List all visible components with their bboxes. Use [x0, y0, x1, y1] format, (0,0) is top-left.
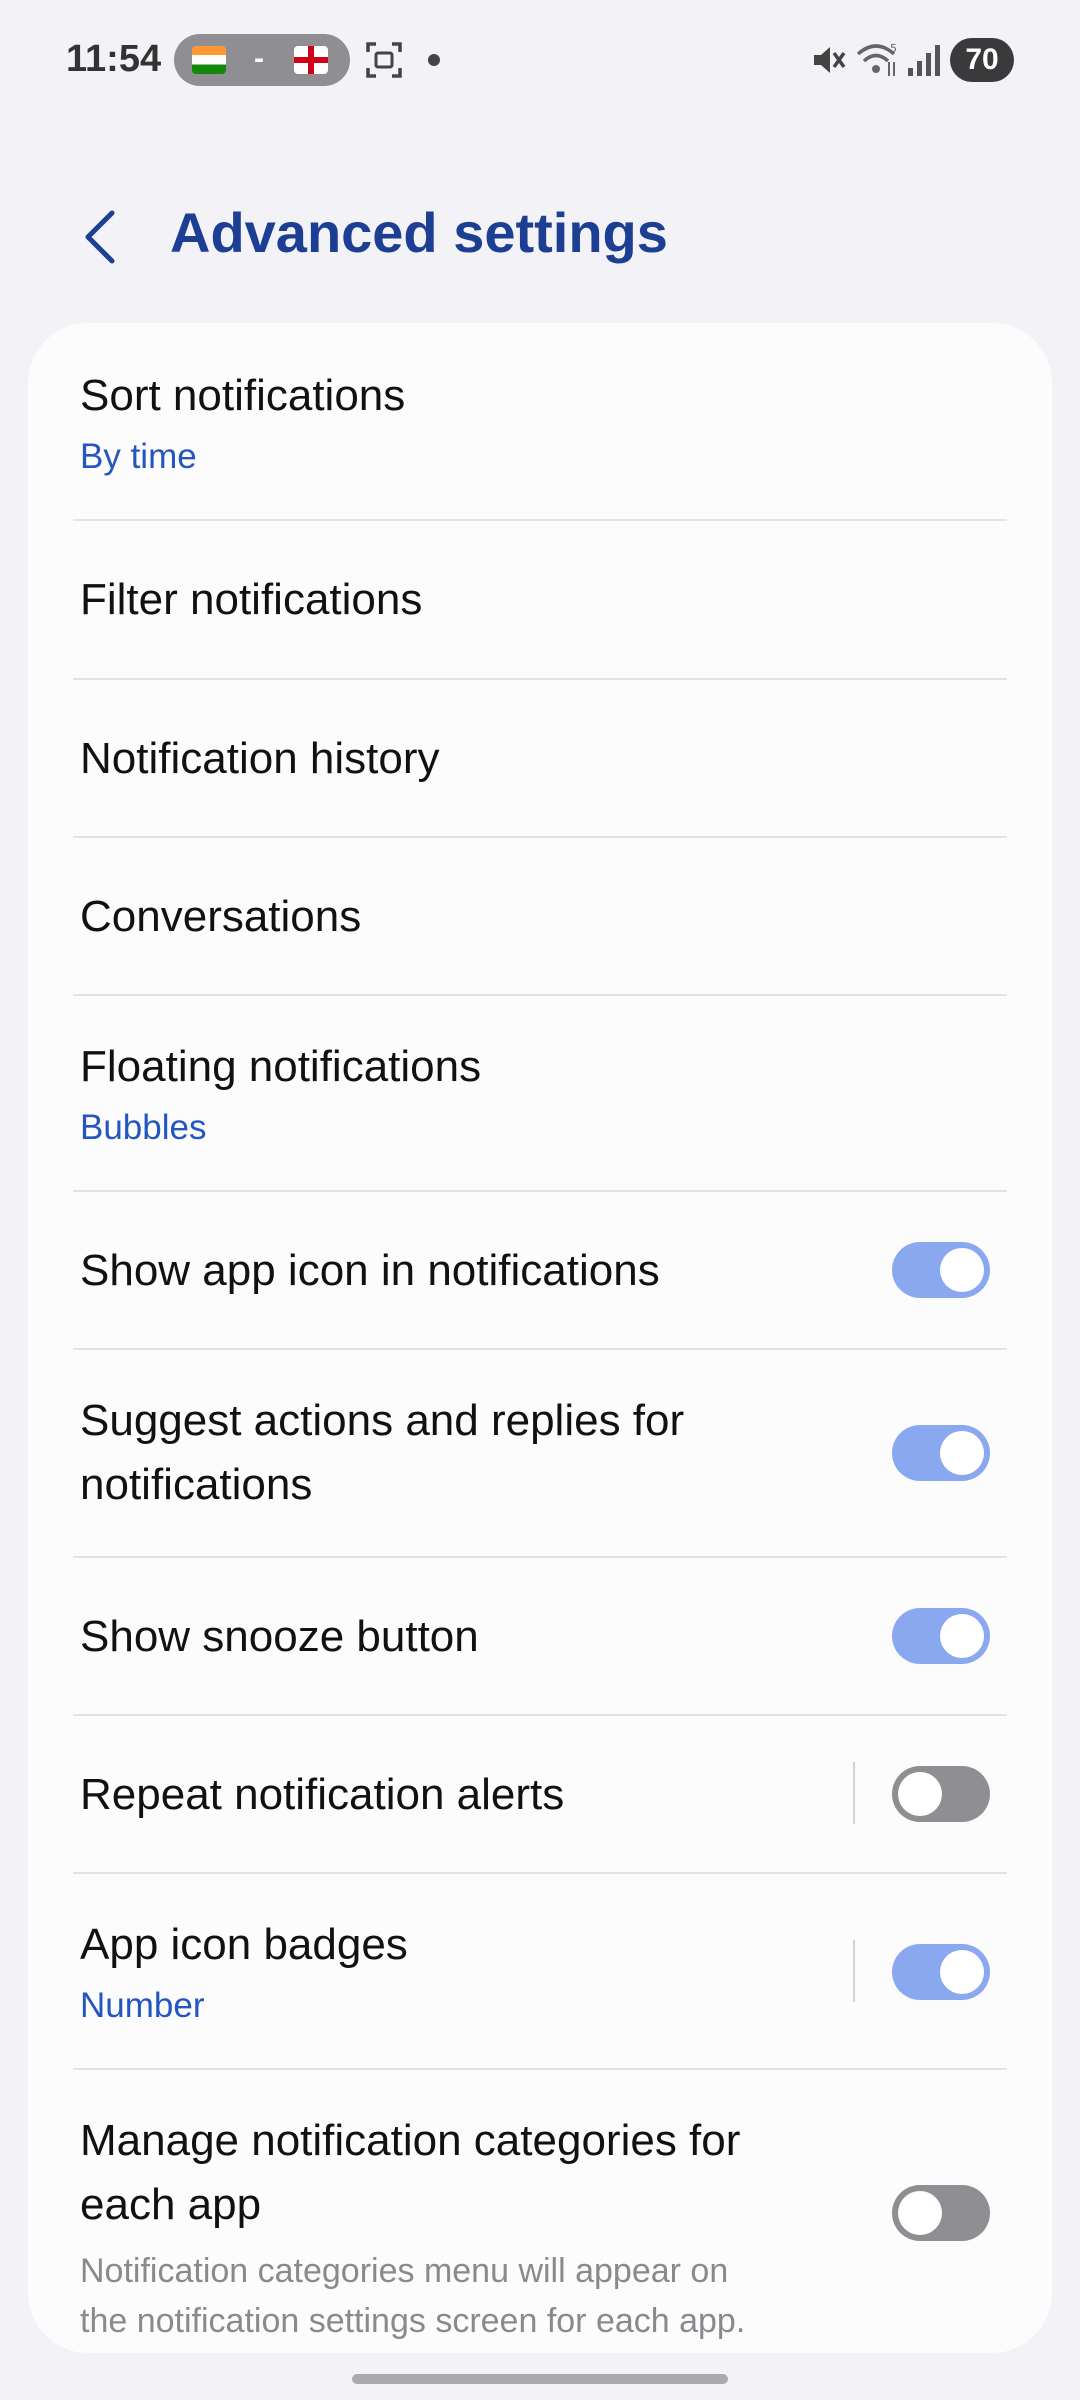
setting-title: Sort notifications — [80, 371, 406, 420]
setting-app-icon-badges[interactable]: App icon badges Number — [28, 1874, 1052, 2070]
setting-suggest-actions[interactable]: Suggest actions and replies for notifica… — [28, 1350, 1052, 1556]
setting-floating-notifications[interactable]: Floating notifications Bubbles — [28, 996, 1052, 1191]
setting-title: Conversations — [80, 892, 362, 941]
setting-title-line1: Suggest actions and replies for — [80, 1396, 685, 1445]
setting-title: Filter notifications — [80, 575, 423, 624]
toggle-knob — [940, 1248, 984, 1292]
setting-subtitle: By time — [80, 437, 197, 476]
setting-title: Repeat notification alerts — [80, 1770, 565, 1819]
setting-sort-notifications[interactable]: Sort notifications By time — [28, 323, 1052, 519]
setting-manage-categories[interactable]: Manage notification categories for each … — [28, 2070, 1052, 2353]
england-flag-icon — [294, 46, 328, 74]
setting-show-snooze-button[interactable]: Show snooze button — [28, 1558, 1052, 1715]
setting-title-line2: each app — [80, 2180, 262, 2229]
settings-card: Sort notifications By time Filter notifi… — [28, 323, 1052, 2353]
toggle-knob — [940, 1431, 984, 1475]
setting-description-line2: the notification settings screen for eac… — [80, 2302, 746, 2340]
back-button[interactable] — [70, 202, 130, 272]
india-flag-icon — [192, 46, 226, 74]
vertical-separator — [853, 1940, 855, 2002]
vertical-separator — [853, 1762, 855, 1824]
wifi-icon: 5 — [856, 42, 897, 76]
setting-subtitle: Bubbles — [80, 1108, 207, 1147]
page-title: Advanced settings — [170, 201, 668, 264]
suggest-actions-toggle[interactable] — [892, 1425, 990, 1481]
setting-notification-history[interactable]: Notification history — [28, 680, 1052, 837]
setting-show-app-icon[interactable]: Show app icon in notifications — [28, 1192, 1052, 1349]
svg-text:5: 5 — [890, 42, 897, 55]
status-time: 11:54 — [66, 38, 162, 80]
setting-title: Notification history — [80, 734, 440, 783]
setting-title: Floating notifications — [80, 1042, 482, 1091]
score-separator: - — [254, 42, 264, 75]
manage-categories-toggle[interactable] — [892, 2185, 990, 2241]
home-indicator[interactable] — [352, 2374, 728, 2384]
setting-title: Show snooze button — [80, 1612, 479, 1661]
app-icon-badges-toggle[interactable] — [892, 1944, 990, 2000]
setting-title-line1: Manage notification categories for — [80, 2116, 741, 2165]
repeat-alerts-toggle[interactable] — [892, 1766, 990, 1822]
setting-subtitle: Number — [80, 1986, 205, 2025]
show-app-icon-toggle[interactable] — [892, 1242, 990, 1298]
toggle-knob — [898, 2191, 942, 2235]
live-score-pill[interactable]: - — [174, 34, 350, 86]
status-bar: 11:54 - 5 70 — [0, 0, 1080, 120]
signal-icon — [908, 45, 940, 76]
setting-description-line1: Notification categories menu will appear… — [80, 2252, 729, 2290]
setting-title: Show app icon in notifications — [80, 1246, 660, 1295]
toggle-knob — [940, 1950, 984, 1994]
setting-repeat-alerts[interactable]: Repeat notification alerts — [28, 1716, 1052, 1873]
show-snooze-toggle[interactable] — [892, 1608, 990, 1664]
setting-title-line2: notifications — [80, 1460, 313, 1509]
app-header: Advanced settings — [0, 180, 1080, 290]
screenshot-icon — [366, 42, 402, 78]
setting-conversations[interactable]: Conversations — [28, 838, 1052, 995]
notification-dot-icon — [428, 54, 440, 66]
mute-icon — [814, 47, 846, 73]
toggle-knob — [940, 1614, 984, 1658]
chevron-left-icon — [85, 210, 115, 264]
toggle-knob — [898, 1772, 942, 1816]
setting-filter-notifications[interactable]: Filter notifications — [28, 521, 1052, 678]
setting-title: App icon badges — [80, 1920, 408, 1969]
battery-indicator: 70 — [950, 38, 1014, 82]
